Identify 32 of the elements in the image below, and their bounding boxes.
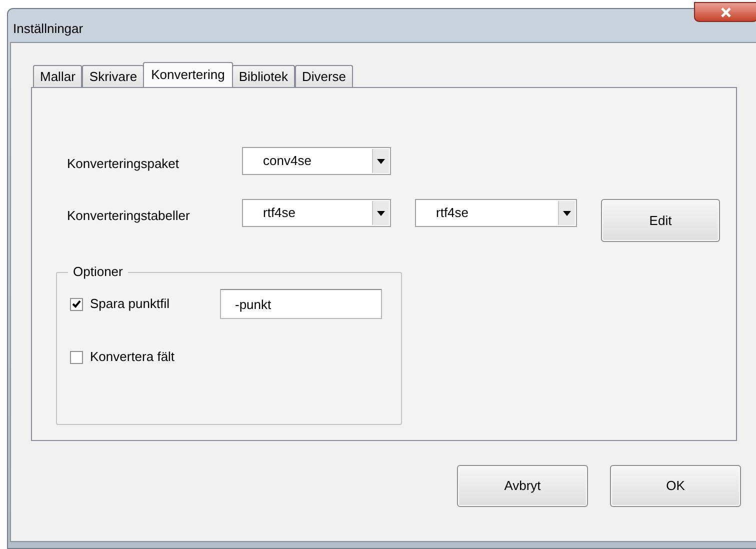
field-label: Konverteringstabeller (67, 207, 191, 225)
tab[interactable]: Skrivare (82, 65, 144, 87)
checkbox[interactable] (70, 298, 83, 310)
dialog-button[interactable]: Avbryt (457, 465, 588, 507)
tab[interactable]: Diverse (294, 65, 354, 87)
field-label: Konverteringspaket (67, 155, 180, 173)
tab[interactable]: Bibliotek (232, 65, 295, 87)
text-field[interactable]: -punkt (220, 289, 382, 319)
checkbox-label[interactable]: Spara punktfil (90, 294, 220, 314)
close-button[interactable] (694, 2, 756, 22)
dialog-button[interactable]: Edit (601, 199, 720, 242)
dropdown-value: rtf4se (263, 204, 296, 222)
tab[interactable]: Mallar (33, 65, 82, 87)
dropdown-arrow-button[interactable] (372, 201, 389, 225)
dropdown[interactable]: rtf4se (242, 199, 391, 227)
dropdown-arrow-button[interactable] (558, 201, 575, 225)
checkbox-label[interactable]: Konvertera fält (90, 347, 220, 367)
caret-down-icon (377, 210, 385, 216)
dropdown-value: conv4se (263, 152, 312, 170)
dropdown[interactable]: rtf4se (415, 199, 577, 227)
checkmark-icon (72, 300, 81, 308)
checkbox[interactable] (70, 350, 83, 364)
dropdown-arrow-button[interactable] (372, 149, 389, 173)
group-title: Optioner (68, 264, 128, 280)
tab[interactable]: Konvertering (143, 62, 233, 87)
window-title: Inställningar (13, 20, 84, 38)
close-icon (720, 6, 732, 18)
dialog-button[interactable]: OK (610, 465, 741, 507)
caret-down-icon (377, 158, 385, 164)
dropdown-value: rtf4se (436, 204, 469, 222)
caret-down-icon (563, 210, 571, 216)
dropdown[interactable]: conv4se (242, 147, 391, 175)
